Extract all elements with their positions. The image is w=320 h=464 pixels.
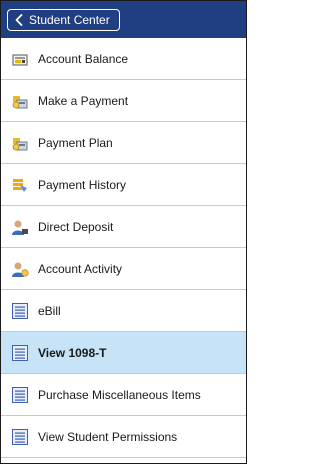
menu-item-label: Purchase Miscellaneous Items — [38, 387, 201, 402]
back-button[interactable]: Student Center — [7, 9, 120, 31]
header-bar: Student Center — [1, 1, 246, 38]
document-icon — [11, 344, 29, 362]
direct-deposit-icon — [11, 218, 29, 236]
menu-item-label: Account Balance — [38, 51, 129, 66]
account-activity-icon — [11, 260, 29, 278]
menu-item-label: Make a Payment — [38, 93, 129, 108]
menu-item-label: View 1098-T — [38, 345, 107, 360]
menu-item-label: View Student Permissions — [38, 429, 178, 444]
menu-item-account-activity[interactable]: Account Activity — [1, 248, 246, 290]
document-icon — [11, 386, 29, 404]
account-balance-icon — [11, 50, 29, 68]
menu-item-view-student-permissions[interactable]: View Student Permissions — [1, 416, 246, 458]
make-payment-icon — [11, 92, 29, 110]
menu-item-view-1098-t[interactable]: View 1098-T — [1, 332, 246, 374]
payment-plan-icon — [11, 134, 29, 152]
menu-item-label: Direct Deposit — [38, 219, 114, 234]
menu-item-ebill[interactable]: eBill — [1, 290, 246, 332]
menu-item-label: Account Activity — [38, 261, 123, 276]
menu-item-label: Payment Plan — [38, 135, 113, 150]
payment-history-icon — [11, 176, 29, 194]
back-button-label: Student Center — [29, 13, 110, 27]
chevron-left-icon — [15, 14, 23, 26]
menu-item-direct-deposit[interactable]: Direct Deposit — [1, 206, 246, 248]
document-icon — [11, 428, 29, 446]
menu-item-payment-plan[interactable]: Payment Plan — [1, 122, 246, 164]
menu-item-label: Payment History — [38, 177, 127, 192]
app-frame: Student Center Account Balance Make a Pa… — [0, 0, 247, 464]
menu-item-payment-history[interactable]: Payment History — [1, 164, 246, 206]
document-icon — [11, 302, 29, 320]
menu-item-label: eBill — [38, 303, 61, 318]
menu-item-purchase-miscellaneous-items[interactable]: Purchase Miscellaneous Items — [1, 374, 246, 416]
menu-item-account-balance[interactable]: Account Balance — [1, 38, 246, 80]
menu-item-make-a-payment[interactable]: Make a Payment — [1, 80, 246, 122]
sidebar-menu: Account Balance Make a Payment Payment P… — [1, 38, 246, 458]
